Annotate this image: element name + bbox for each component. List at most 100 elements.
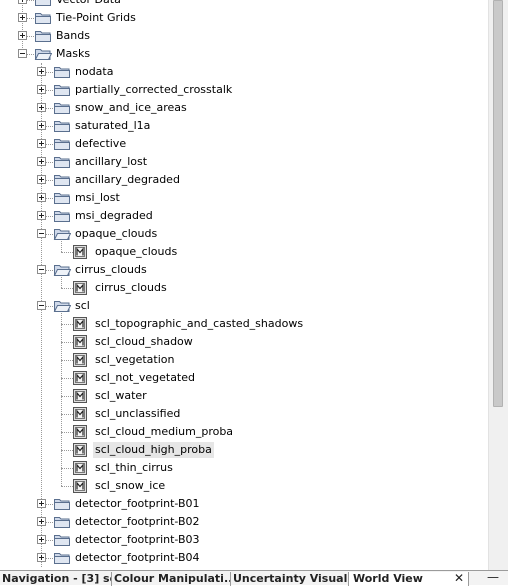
tab-navigation[interactable]: Navigation - [3] scl... [0,572,112,586]
tree-node-label[interactable]: msi_degraded [73,208,155,224]
expand-plus-icon[interactable] [37,121,46,130]
tree-node-cirrus-clouds[interactable]: cirrus_clouds [0,261,488,279]
mask-icon [73,479,87,493]
tree-node-label[interactable]: scl_cloud_high_proba [93,442,214,458]
vertical-scrollbar[interactable] [488,0,508,570]
tree-node-scl-topographic[interactable]: scl_topographic_and_casted_shadows [0,315,488,333]
tree-node-nodata[interactable]: nodata [0,63,488,81]
minimize-icon[interactable]: — [486,570,500,584]
tree-node-label[interactable]: scl [73,298,92,314]
tree-node-opaque-clouds[interactable]: opaque_clouds [0,225,488,243]
expand-plus-icon[interactable] [37,553,46,562]
tab-colour-manipulation[interactable]: Colour Manipulati... [112,572,231,586]
tree-node-tie-point-grids[interactable]: Tie-Point Grids [0,9,488,27]
tree-node-vector-data[interactable]: Vector Data [0,0,488,9]
tree-node-label[interactable]: scl_vegetation [93,352,177,368]
tree-node-label[interactable]: scl_topographic_and_casted_shadows [93,316,305,332]
folder-icon [53,137,71,151]
tree-node-label[interactable]: ancillary_degraded [73,172,182,188]
tree-node-masks[interactable]: Masks [0,45,488,63]
folder-icon [53,65,71,79]
tree-node-label[interactable]: scl_cloud_medium_proba [93,424,235,440]
expand-plus-icon[interactable] [18,0,27,4]
expand-plus-icon[interactable] [18,31,27,40]
collapse-minus-icon[interactable] [37,229,46,238]
tree-node-bands[interactable]: Bands [0,27,488,45]
tree-node-label[interactable]: scl_cloud_shadow [93,334,195,350]
tree-node-scl-vegetation[interactable]: scl_vegetation [0,351,488,369]
tree-node-label[interactable]: scl_snow_ice [93,478,167,494]
folder-icon [34,47,53,61]
tree-node-saturated-l1a[interactable]: saturated_l1a [0,117,488,135]
tree-node-label[interactable]: scl_water [93,388,149,404]
tree-node-cirrus-clouds-mask[interactable]: cirrus_clouds [0,279,488,297]
tree-node-label[interactable]: Masks [54,46,92,62]
tree-node-label[interactable]: msi_lost [73,190,122,206]
expand-plus-icon[interactable] [37,67,46,76]
tree-node-scl-cloud-shadow[interactable]: scl_cloud_shadow [0,333,488,351]
tree-node-label[interactable]: scl_unclassified [93,406,182,422]
expand-plus-icon[interactable] [37,175,46,184]
tree-node-label[interactable]: detector_footprint-B04 [73,550,202,566]
tree-node-scl-not-vegetated[interactable]: scl_not_vegetated [0,369,488,387]
tree-node-scl-unclassified[interactable]: scl_unclassified [0,405,488,423]
tree-node-label[interactable]: nodata [73,64,115,80]
expand-plus-icon[interactable] [37,85,46,94]
tree-node-scl-snow-ice[interactable]: scl_snow_ice [0,477,488,495]
close-icon[interactable]: ✕ [453,571,465,585]
tree-node-scl-water[interactable]: scl_water [0,387,488,405]
collapse-minus-icon[interactable] [37,265,46,274]
scrollbar-thumb[interactable] [493,0,503,407]
tree-guide-line [61,360,73,361]
tree-node-opaque-clouds-mask[interactable]: opaque_clouds [0,243,488,261]
tree-node-label[interactable]: Bands [54,28,92,44]
tree-node-scl-cloud-high-proba[interactable]: scl_cloud_high_proba [0,441,488,459]
tree-node-scl-cloud-medium-proba[interactable]: scl_cloud_medium_proba [0,423,488,441]
tree-node-label[interactable]: scl_not_vegetated [93,370,197,386]
expand-plus-icon[interactable] [37,157,46,166]
tree-node-label[interactable]: detector_footprint-B02 [73,514,202,530]
tree-node-label[interactable]: opaque_clouds [73,226,159,242]
tree-node-ancillary-lost[interactable]: ancillary_lost [0,153,488,171]
tree-node-label[interactable]: saturated_l1a [73,118,152,134]
tree-node-label[interactable]: detector_footprint-B03 [73,532,202,548]
expand-plus-icon[interactable] [37,139,46,148]
tree-node-detector-footprint-b03[interactable]: detector_footprint-B03 [0,531,488,549]
expand-plus-icon[interactable] [18,13,27,22]
tree-node-partially-corrected-crosstalk[interactable]: partially_corrected_crosstalk [0,81,488,99]
expand-plus-icon[interactable] [37,535,46,544]
tree-node-label[interactable]: scl_thin_cirrus [93,460,175,476]
tree-node-label[interactable]: cirrus_clouds [73,262,149,278]
expand-plus-icon[interactable] [37,517,46,526]
tree-node-detector-footprint-b04[interactable]: detector_footprint-B04 [0,549,488,567]
tree-node-detector-footprint-b01[interactable]: detector_footprint-B01 [0,495,488,513]
tree-node-snow-and-ice-areas[interactable]: snow_and_ice_areas [0,99,488,117]
tree-node-label[interactable]: ancillary_lost [73,154,149,170]
tree-node-label[interactable]: detector_footprint-B01 [73,496,202,512]
tab-world-view[interactable]: World View [349,572,469,586]
collapse-minus-icon[interactable] [18,49,27,58]
tree-node-label[interactable]: opaque_clouds [93,244,179,260]
tree-node-detector-footprint-b02[interactable]: detector_footprint-B02 [0,513,488,531]
collapse-minus-icon[interactable] [37,301,46,310]
expand-plus-icon[interactable] [37,103,46,112]
product-tree[interactable]: Vector Data Tie-Point Grids Bands Masks noda… [0,0,488,570]
folder-icon [34,0,52,7]
tree-node-label[interactable]: defective [73,136,128,152]
tree-node-msi-degraded[interactable]: msi_degraded [0,207,488,225]
tree-node-ancillary-degraded[interactable]: ancillary_degraded [0,171,488,189]
expand-plus-icon[interactable] [37,499,46,508]
tree-guide-line [61,342,73,343]
expand-plus-icon[interactable] [37,211,46,220]
tree-node-scl[interactable]: scl [0,297,488,315]
tree-node-label[interactable]: Vector Data [54,0,123,8]
tree-node-label[interactable]: snow_and_ice_areas [73,100,189,116]
tree-node-defective[interactable]: defective [0,135,488,153]
tree-node-msi-lost[interactable]: msi_lost [0,189,488,207]
tab-uncertainty-visualisation[interactable]: Uncertainty Visual... [231,572,349,586]
tree-node-label[interactable]: partially_corrected_crosstalk [73,82,234,98]
expand-plus-icon[interactable] [37,193,46,202]
tree-node-label[interactable]: cirrus_clouds [93,280,169,296]
tree-node-label[interactable]: Tie-Point Grids [54,10,138,26]
tree-node-scl-thin-cirrus[interactable]: scl_thin_cirrus [0,459,488,477]
